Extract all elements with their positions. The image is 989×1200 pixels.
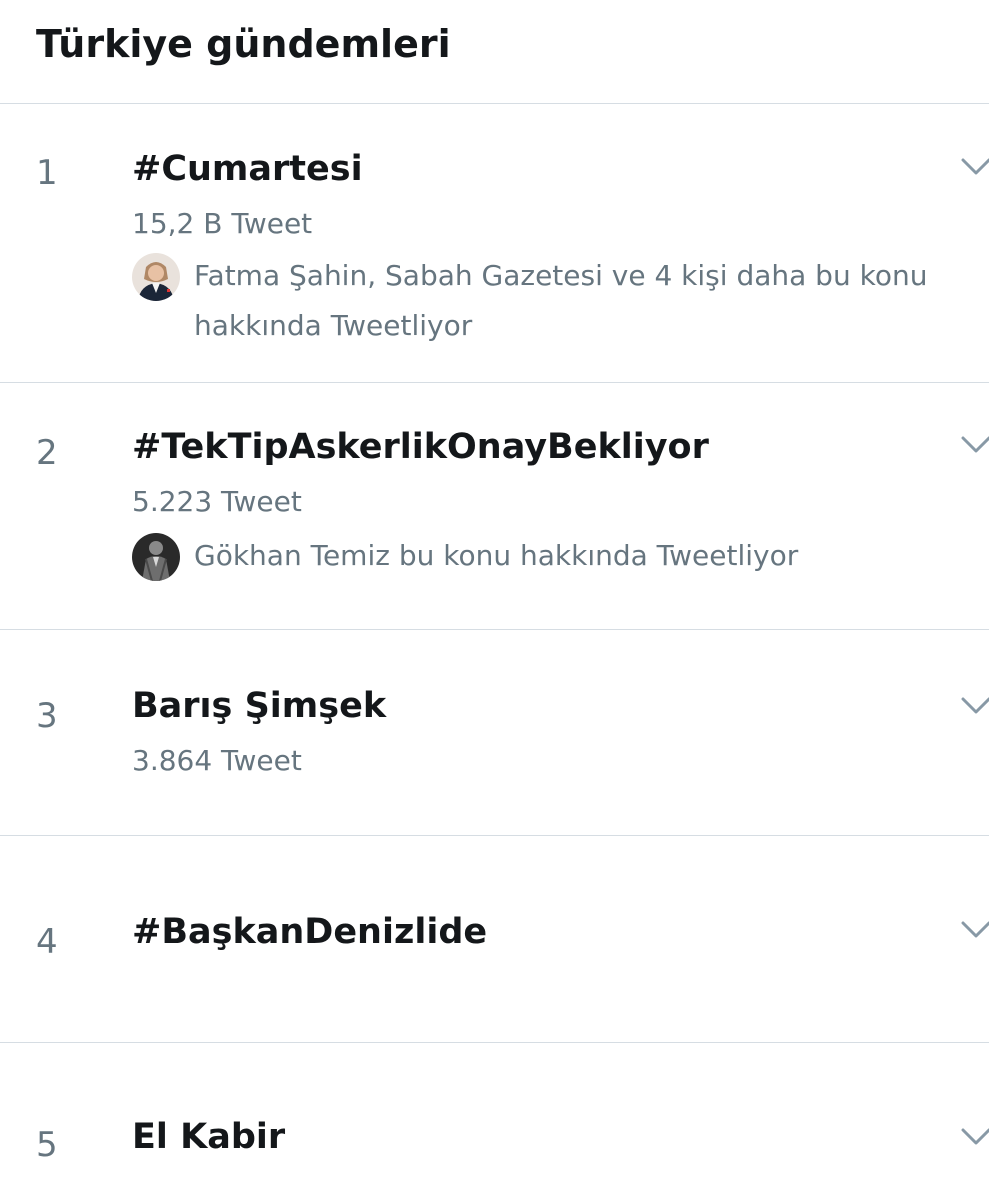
- trend-context-text: Fatma Şahin, Sabah Gazetesi ve 4 kişi da…: [194, 259, 928, 342]
- trend-item[interactable]: 4 #BaşkanDenizlide: [0, 836, 989, 1043]
- chevron-down-icon[interactable]: [959, 433, 989, 457]
- chevron-down-icon[interactable]: [959, 1125, 989, 1149]
- trend-name: Barış Şimşek: [132, 686, 387, 726]
- trend-rank: 1: [36, 153, 58, 193]
- chevron-down-icon[interactable]: [959, 918, 989, 942]
- trend-name: El Kabir: [132, 1117, 286, 1157]
- trend-item[interactable]: 3 Barış Şimşek 3.864 Tweet: [0, 630, 989, 836]
- trends-header: Türkiye gündemleri: [0, 0, 989, 104]
- chevron-down-icon[interactable]: [959, 155, 989, 179]
- trend-item[interactable]: 1 #Cumartesi 15,2 B Tweet Fatma Şahin, S…: [0, 105, 989, 383]
- trend-rank: 3: [36, 696, 58, 736]
- chevron-down-icon[interactable]: [959, 694, 989, 718]
- trend-rank: 4: [36, 922, 58, 962]
- avatar: [132, 253, 180, 301]
- page-title: Türkiye gündemleri: [36, 22, 451, 66]
- trend-context-text: Gökhan Temiz bu konu hakkında Tweetliyor: [194, 539, 799, 572]
- trend-rank: 5: [36, 1125, 58, 1165]
- trend-item[interactable]: 5 El Kabir: [0, 1043, 989, 1200]
- trends-page: Türkiye gündemleri 1 #Cumartesi 15,2 B T…: [0, 0, 989, 1200]
- trend-tweet-count: 3.864 Tweet: [132, 744, 302, 777]
- trend-rank: 2: [36, 433, 58, 473]
- trend-tweet-count: 15,2 B Tweet: [132, 207, 313, 240]
- trend-item[interactable]: 2 #TekTipAskerlikOnayBekliyor 5.223 Twee…: [0, 383, 989, 630]
- trend-tweet-count: 5.223 Tweet: [132, 485, 302, 518]
- trend-name: #TekTipAskerlikOnayBekliyor: [132, 427, 709, 467]
- trend-name: #BaşkanDenizlide: [132, 912, 488, 952]
- avatar: [132, 533, 180, 581]
- trend-name: #Cumartesi: [132, 149, 363, 189]
